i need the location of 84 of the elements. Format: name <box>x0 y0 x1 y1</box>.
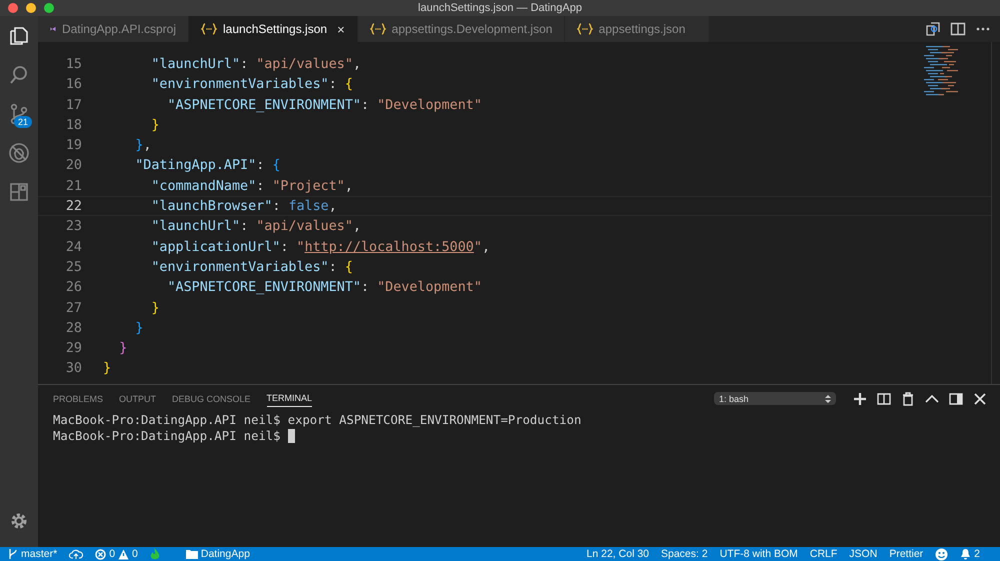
branch-status[interactable]: master* <box>8 548 58 560</box>
close-icon[interactable] <box>973 392 987 406</box>
json-braces-icon <box>201 23 217 35</box>
folder-status[interactable]: DatingApp <box>186 548 250 560</box>
code-line: } <box>103 360 112 378</box>
split-editor-icon[interactable] <box>950 21 966 37</box>
line-number: 28 <box>64 320 82 338</box>
problems-status[interactable]: 0 0 <box>95 548 138 560</box>
code-line: } <box>118 340 128 358</box>
panel-tab[interactable]: DEBUG CONSOLE <box>172 390 251 406</box>
zoom-window-button[interactable] <box>44 3 54 13</box>
code-line: "ASPNETCORE_ENVIRONMENT": "Development" <box>166 96 482 114</box>
terminal-line: MacBook-Pro:DatingApp.API neil$ <box>53 428 282 444</box>
minimize-window-button[interactable] <box>26 3 36 13</box>
code-line: "launchBrowser": false, <box>150 198 337 216</box>
code-line: "launchUrl": "api/values", <box>150 56 361 74</box>
code-line: "applicationUrl": "http://localhost:5000", <box>150 238 490 256</box>
close-tab-button[interactable]: × <box>337 22 345 36</box>
error-icon <box>95 548 106 560</box>
editor-tab[interactable]: launchSettings.json × <box>189 16 358 42</box>
panel-tab[interactable]: PROBLEMS <box>53 390 104 406</box>
git-activity-button[interactable]: 21 <box>0 94 38 133</box>
code-line: "environmentVariables": { <box>150 258 353 276</box>
line-number: 23 <box>64 218 82 236</box>
line-number: 16 <box>64 76 82 94</box>
extensions-icon <box>8 180 30 202</box>
language-status[interactable]: JSON <box>849 548 878 560</box>
window-title: launchSettings.json — DatingApp <box>418 2 582 14</box>
bell-icon <box>960 548 972 560</box>
code-line: "DatingApp.API": { <box>134 157 280 175</box>
code-line: "commandName": "Project", <box>150 178 353 196</box>
line-number: 26 <box>64 279 82 297</box>
editor-tab[interactable]: DatingApp.API.csproj <box>38 16 189 42</box>
panel-tab[interactable]: OUTPUT <box>119 390 156 406</box>
smiley-icon[interactable] <box>935 548 948 560</box>
line-number: 21 <box>64 178 82 196</box>
line-number: 24 <box>64 238 82 256</box>
line-ending-status[interactable]: CRLF <box>810 548 838 560</box>
line-number: 19 <box>64 137 82 154</box>
panel-tab[interactable]: TERMINAL <box>266 390 312 407</box>
json-braces-icon <box>370 23 386 35</box>
code-line: } <box>150 116 160 134</box>
open-changes-icon[interactable] <box>925 21 941 37</box>
formatter-status[interactable]: Prettier <box>889 548 924 560</box>
folder-icon <box>186 549 198 559</box>
changes-badge: 21 <box>14 116 32 128</box>
code-line: } <box>134 320 144 338</box>
line-number: 25 <box>64 258 82 276</box>
source-control-icon <box>8 102 30 124</box>
trash-icon[interactable] <box>901 392 915 406</box>
indentation-status[interactable]: Spaces: 2 <box>661 548 708 560</box>
panel-layout-icon[interactable] <box>949 392 963 406</box>
code-line: "environmentVariables": { <box>150 76 353 94</box>
split-terminal-icon[interactable] <box>877 392 891 406</box>
line-number: 30 <box>64 360 82 378</box>
editor-tab[interactable]: appsettings.json <box>564 16 710 42</box>
updown-icon <box>825 394 831 404</box>
code-line: }, <box>134 137 152 154</box>
encoding-status[interactable]: UTF-8 with BOM <box>720 548 798 560</box>
search-icon <box>8 64 30 86</box>
close-window-button[interactable] <box>8 3 18 13</box>
terminal-select[interactable]: 1: bash <box>714 392 836 405</box>
cloud-upload-icon[interactable] <box>69 548 84 560</box>
code-line: "ASPNETCORE_ENVIRONMENT": "Development" <box>166 279 482 297</box>
line-number: 29 <box>64 340 82 358</box>
line-number: 15 <box>64 56 82 74</box>
json-braces-icon <box>576 23 593 35</box>
debug-icon <box>8 142 30 164</box>
code-line: } <box>150 300 160 317</box>
line-number: 27 <box>64 300 82 317</box>
notifications-status[interactable]: 2 <box>960 548 980 560</box>
settings-icon[interactable] <box>9 511 29 531</box>
code-line: "launchUrl": "api/values", <box>150 218 361 236</box>
cursor-position[interactable]: Ln 22, Col 30 <box>586 548 649 560</box>
plus-icon[interactable] <box>853 392 867 406</box>
line-number: 18 <box>64 116 82 134</box>
branch-icon <box>8 548 18 560</box>
files-icon <box>8 24 30 46</box>
editor-tab[interactable]: appsettings.Development.json <box>358 16 565 42</box>
line-number: 22 <box>64 198 82 216</box>
line-number: 17 <box>64 96 82 114</box>
line-number: 20 <box>64 157 82 175</box>
text-cursor <box>288 429 295 443</box>
terminal-line: MacBook-Pro:DatingApp.API neil$ export ASPNETCORE_ENVIRONMENT=Production <box>53 412 582 428</box>
